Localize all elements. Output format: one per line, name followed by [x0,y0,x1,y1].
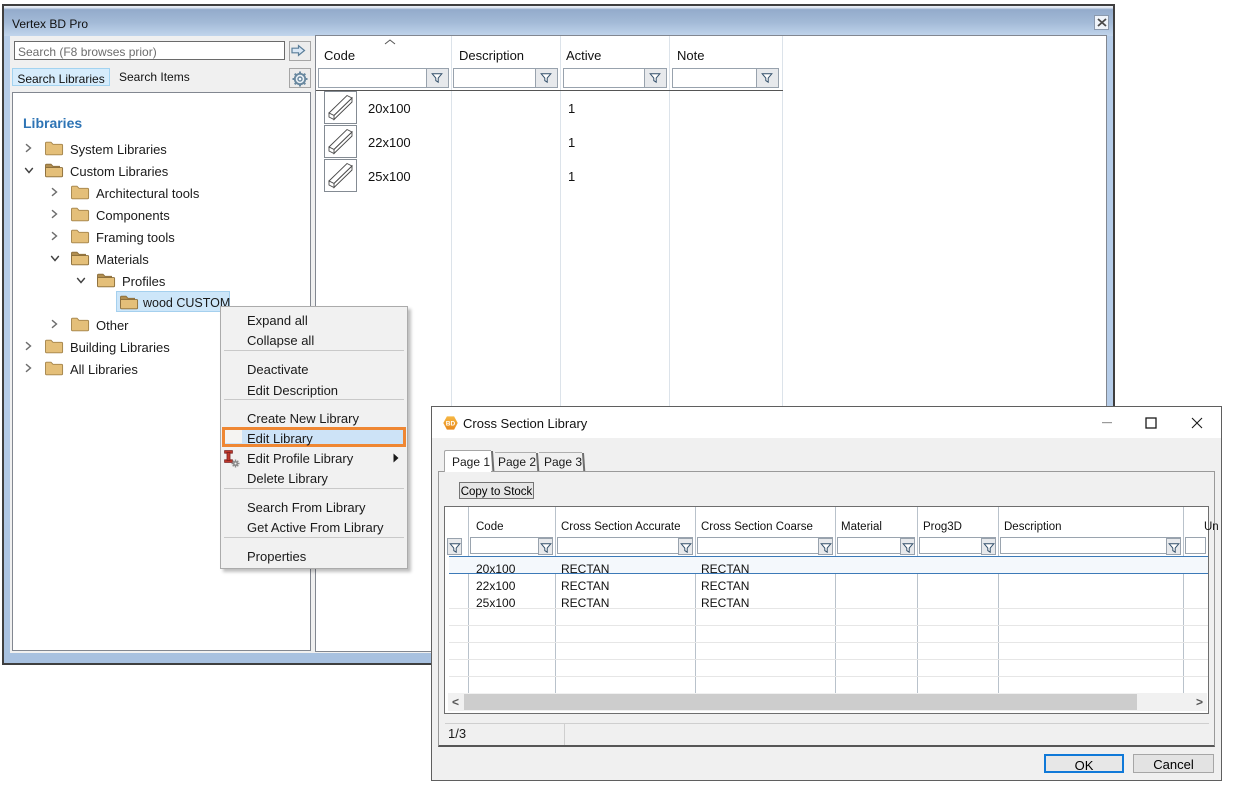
svg-text:BD: BD [446,421,456,428]
